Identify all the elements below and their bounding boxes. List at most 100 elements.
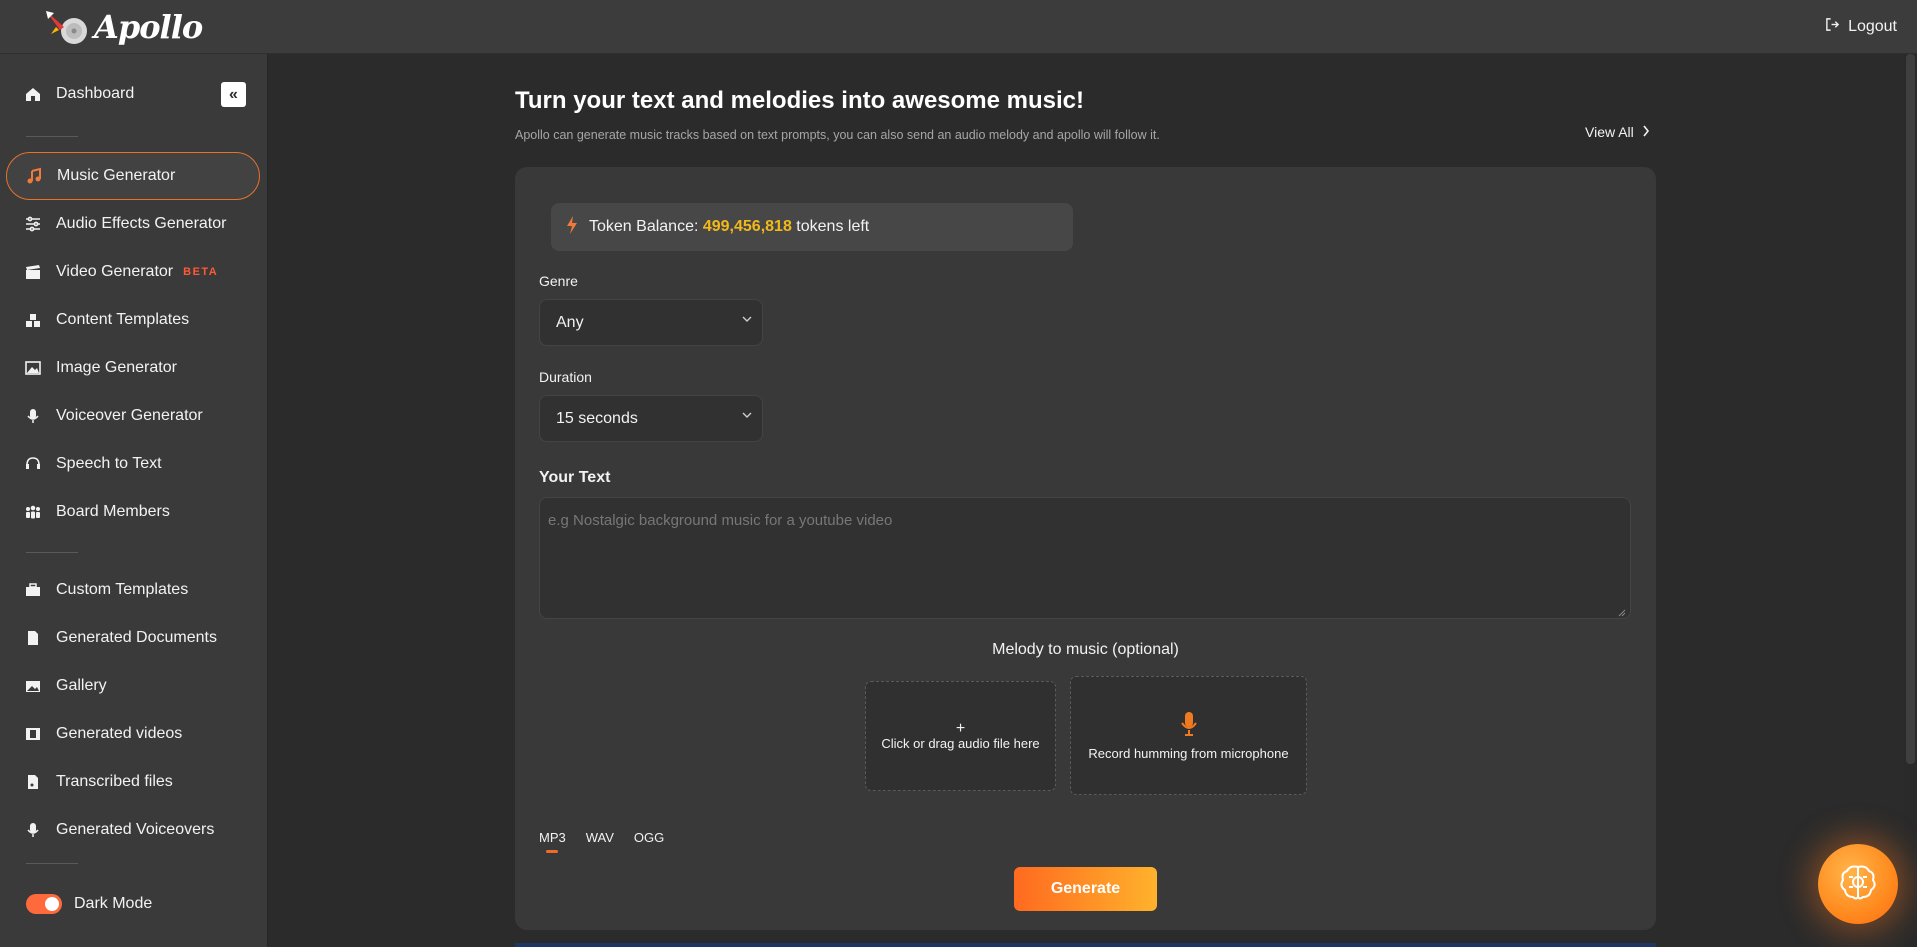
beta-badge: BETA	[183, 266, 219, 278]
sidebar-item-generated-documents[interactable]: Generated Documents	[6, 614, 260, 662]
sidebar-divider	[26, 863, 78, 864]
logout-icon	[1825, 17, 1840, 37]
sidebar-item-generated-voiceovers[interactable]: Generated Voiceovers	[6, 806, 260, 854]
tab-ogg[interactable]: OGG	[634, 830, 664, 853]
people-icon	[24, 503, 42, 521]
duration-select[interactable]: 15 seconds	[539, 395, 763, 442]
sidebar-item-video-generator[interactable]: Video Generator BETA	[6, 248, 260, 296]
sidebar-item-board-members[interactable]: Board Members	[6, 488, 260, 536]
format-tabs: MP3 WAV OGG	[539, 830, 664, 853]
sidebar-item-speech-to-text[interactable]: Speech to Text	[6, 440, 260, 488]
sidebar-item-label: Generated Documents	[56, 629, 217, 646]
sidebar-divider	[26, 552, 78, 553]
page-subtitle: Apollo can generate music tracks based o…	[515, 128, 1160, 142]
genre-select[interactable]: Any	[539, 299, 763, 346]
sliders-icon	[24, 215, 42, 233]
chevron-down-icon	[742, 312, 752, 326]
dark-mode-label: Dark Mode	[74, 895, 153, 912]
image-icon	[24, 359, 42, 377]
microphone-icon	[24, 407, 42, 425]
logout-label: Logout	[1848, 18, 1897, 35]
melody-label: Melody to music (optional)	[992, 641, 1179, 658]
sidebar-item-label: Board Members	[56, 503, 170, 520]
record-label: Record humming from microphone	[1088, 745, 1289, 761]
picture-icon	[24, 677, 42, 695]
scrollbar-thumb[interactable]	[1906, 54, 1915, 764]
sidebar-item-label: Image Generator	[56, 359, 177, 376]
logout-button[interactable]: Logout	[1825, 17, 1897, 37]
tab-wav[interactable]: WAV	[586, 830, 614, 853]
top-bar: Apollo Logout	[0, 0, 1917, 54]
sidebar-item-label: Music Generator	[57, 167, 176, 184]
sidebar: « Dashboard Music Generator Audio Effect…	[0, 54, 268, 947]
music-generator-card: Token Balance: 499,456,818 tokens left G…	[515, 167, 1656, 930]
page-title: Turn your text and melodies into awesome…	[515, 87, 1085, 114]
file-audio-icon	[24, 773, 42, 791]
plus-icon: +	[955, 719, 966, 737]
document-icon	[24, 629, 42, 647]
sidebar-item-image-generator[interactable]: Image Generator	[6, 344, 260, 392]
brain-icon	[1835, 859, 1881, 910]
generate-button[interactable]: Generate	[1014, 867, 1157, 911]
token-value: 499,456,818	[702, 218, 792, 235]
tab-mp3[interactable]: MP3	[539, 830, 566, 853]
sidebar-item-label: Audio Effects Generator	[56, 215, 227, 232]
your-text-label: Your Text	[539, 469, 611, 486]
headset-icon	[24, 455, 42, 473]
chevron-right-icon	[1642, 124, 1650, 140]
sidebar-item-audio-effects-generator[interactable]: Audio Effects Generator	[6, 200, 260, 248]
sidebar-item-label: Speech to Text	[56, 455, 162, 472]
music-note-icon	[25, 167, 43, 185]
sidebar-item-label: Transcribed files	[56, 773, 173, 790]
chevron-down-icon	[742, 408, 752, 422]
prompt-placeholder: e.g Nostalgic background music for a you…	[548, 512, 893, 529]
logo-text: Apollo	[94, 8, 203, 46]
sidebar-item-content-templates[interactable]: Content Templates	[6, 296, 260, 344]
microphone-icon	[1179, 711, 1199, 740]
sidebar-item-label: Gallery	[56, 677, 107, 694]
sidebar-item-music-generator[interactable]: Music Generator	[6, 152, 260, 200]
duration-value: 15 seconds	[556, 409, 638, 427]
prompt-textarea[interactable]: e.g Nostalgic background music for a you…	[539, 497, 1631, 619]
view-all-link[interactable]: View All	[1585, 124, 1650, 140]
record-microphone-button[interactable]: Record humming from microphone	[1070, 676, 1307, 795]
sidebar-item-label: Custom Templates	[56, 581, 189, 598]
sidebar-item-generated-videos[interactable]: Generated videos	[6, 710, 260, 758]
sidebar-item-label: Content Templates	[56, 311, 190, 328]
ai-assistant-button[interactable]	[1818, 844, 1898, 924]
scrollbar[interactable]	[1904, 54, 1917, 947]
microphone-icon	[24, 821, 42, 839]
token-label: Token Balance:	[589, 218, 699, 235]
sidebar-item-voiceover-generator[interactable]: Voiceover Generator	[6, 392, 260, 440]
sidebar-item-label: Dashboard	[56, 85, 135, 102]
film-icon	[24, 725, 42, 743]
clapperboard-icon	[24, 263, 42, 281]
toolbox-icon	[24, 581, 42, 599]
sidebar-divider	[26, 136, 78, 137]
sidebar-item-label: Generated Voiceovers	[56, 821, 215, 838]
token-balance: Token Balance: 499,456,818 tokens left	[551, 203, 1073, 251]
sidebar-item-label: Voiceover Generator	[56, 407, 203, 424]
genre-value: Any	[556, 313, 584, 331]
sidebar-item-custom-templates[interactable]: Custom Templates	[6, 566, 260, 614]
resize-handle-icon[interactable]	[1616, 604, 1626, 617]
sidebar-item-dashboard[interactable]: Dashboard	[6, 70, 260, 118]
view-all-label: View All	[1585, 124, 1634, 140]
sidebar-item-label: Generated videos	[56, 725, 183, 742]
genre-label: Genre	[539, 273, 578, 289]
bottom-edge	[515, 943, 1656, 947]
dark-mode-toggle[interactable]	[26, 894, 62, 914]
sidebar-item-transcribed-files[interactable]: Transcribed files	[6, 758, 260, 806]
token-suffix: tokens left	[796, 218, 870, 235]
blocks-icon	[24, 311, 42, 329]
duration-label: Duration	[539, 369, 592, 385]
sidebar-item-label: Video Generator	[56, 263, 174, 280]
dark-mode-row: Dark Mode	[26, 894, 152, 914]
audio-dropzone[interactable]: + Click or drag audio file here	[865, 681, 1056, 791]
rocket-disc-icon	[40, 7, 90, 47]
home-icon	[24, 85, 42, 103]
lightning-icon	[565, 215, 579, 240]
sidebar-item-gallery[interactable]: Gallery	[6, 662, 260, 710]
dropzone-label: Click or drag audio file here	[881, 735, 1040, 751]
logo[interactable]: Apollo	[40, 6, 203, 48]
